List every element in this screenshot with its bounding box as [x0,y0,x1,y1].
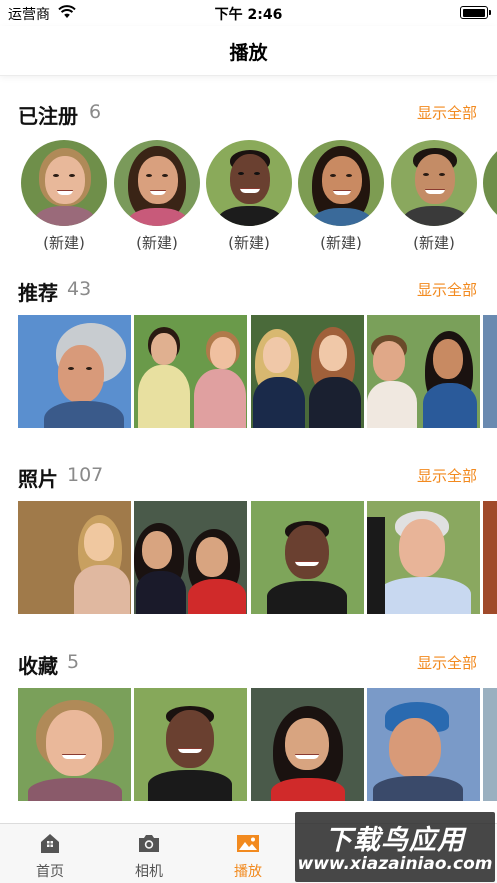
photo-thumbnail[interactable] [367,688,480,801]
photo-thumbnail[interactable] [18,688,131,801]
battery-icon [460,6,491,19]
photos-title: 照片 [18,467,58,491]
camera-icon [139,835,159,852]
home-icon [41,834,59,853]
favorites-title: 收藏 [18,654,58,678]
tab-playback[interactable]: 播放 [198,824,298,883]
photo-thumbnail[interactable] [18,501,131,614]
registered-section-header: 已注册 6 显示全部 [0,98,497,128]
registered-show-all-button[interactable]: 显示全部 [417,102,477,123]
recommended-photo-strip[interactable] [0,315,497,428]
watermark-url: www.xiazainiao.com [297,854,493,874]
app-screen: 运营商 下午 2:46 播放 已注册 6 显示全部 (新建) (新建) (新建)… [0,0,497,883]
photo-thumbnail[interactable] [367,315,480,428]
tab-camera-label: 相机 [135,864,163,880]
status-time: 下午 2:46 [214,7,283,23]
registered-people-row[interactable]: (新建) (新建) (新建) (新建) (新建) [0,140,497,256]
watermark-brand: 下载鸟应用 [325,825,465,856]
person-label: (新建) [136,234,178,252]
watermark: 下载鸟应用 www.xiazainiao.com [295,812,495,882]
photo-thumbnail[interactable] [367,501,480,614]
favorites-count: 5 [67,651,80,673]
person-item[interactable]: (新建) [20,140,112,256]
avatar [114,140,200,226]
person-label: (新建) [320,234,362,252]
photo-thumbnail[interactable] [251,315,364,428]
photo-thumbnail[interactable] [483,688,497,801]
tab-home-label: 首页 [36,864,64,880]
person-item[interactable]: (新建) [390,140,482,256]
photos-show-all-button[interactable]: 显示全部 [417,465,477,486]
avatar [391,140,477,226]
photo-thumbnail[interactable] [134,315,247,428]
photo-thumbnail[interactable] [483,315,497,428]
photo-thumbnail[interactable] [251,688,364,801]
photo-thumbnail[interactable] [251,501,364,614]
photo-thumbnail[interactable] [483,501,497,614]
photo-thumbnail[interactable] [134,688,247,801]
avatar [483,140,497,226]
page-title: 播放 [229,42,268,64]
photo-gallery-icon [237,835,259,852]
recommended-title: 推荐 [18,281,58,305]
person-item[interactable]: (新建) [297,140,389,256]
tab-camera[interactable]: 相机 [99,824,199,883]
photos-count: 107 [67,464,104,486]
favorites-show-all-button[interactable]: 显示全部 [417,652,477,673]
person-item[interactable] [482,140,497,256]
photos-section-header: 照片 107 显示全部 [0,461,497,491]
recommended-section-header: 推荐 43 显示全部 [0,275,497,305]
avatar [21,140,107,226]
tab-home[interactable]: 首页 [0,824,100,883]
photo-thumbnail[interactable] [134,501,247,614]
photos-photo-strip[interactable] [0,501,497,614]
person-label: (新建) [43,234,85,252]
tab-playback-label: 播放 [234,864,262,880]
avatar [206,140,292,226]
avatar [298,140,384,226]
person-item[interactable]: (新建) [113,140,205,256]
person-label: (新建) [413,234,455,252]
navigation-bar: 播放 [0,26,497,76]
person-item[interactable]: (新建) [205,140,297,256]
recommended-count: 43 [67,278,92,300]
favorites-section-header: 收藏 5 显示全部 [0,648,497,678]
registered-count: 6 [89,101,102,123]
photo-thumbnail[interactable] [18,315,131,428]
person-label: (新建) [228,234,270,252]
favorites-photo-strip[interactable] [0,688,497,801]
recommended-show-all-button[interactable]: 显示全部 [417,279,477,300]
registered-title: 已注册 [18,104,78,128]
status-bar: 运营商 下午 2:46 [0,0,497,26]
